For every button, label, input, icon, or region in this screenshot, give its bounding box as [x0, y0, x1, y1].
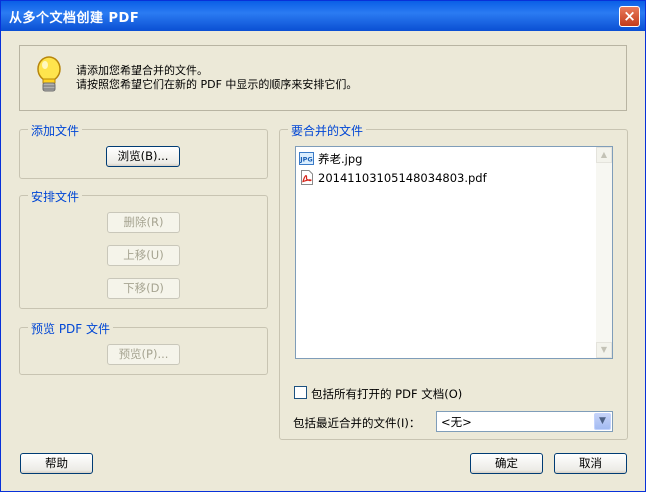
- recent-files-label: 包括最近合并的文件(I)：: [293, 416, 421, 430]
- lightbulb-icon: [37, 56, 61, 92]
- window-title: 从多个文档创建 PDF: [9, 11, 140, 26]
- info-line-2: 请按照您希望它们在新的 PDF 中显示的顺序来安排它们。: [76, 78, 358, 91]
- cancel-button[interactable]: 取消: [554, 453, 627, 474]
- close-icon: ×: [623, 7, 636, 25]
- info-line-1: 请添加您希望合并的文件。: [76, 64, 208, 77]
- chevron-down-icon[interactable]: ▼: [594, 413, 611, 430]
- browse-button[interactable]: 浏览(B)...: [106, 146, 180, 167]
- list-item[interactable]: 20141103105148034803.pdf: [299, 169, 487, 187]
- title-bar[interactable]: 从多个文档创建 PDF ×: [1, 1, 645, 31]
- close-button[interactable]: ×: [619, 6, 640, 27]
- arrange-files-group-title: 安排文件: [28, 188, 83, 205]
- help-button[interactable]: 帮助: [20, 453, 93, 474]
- list-scrollbar[interactable]: ▲ ▼: [596, 147, 612, 358]
- info-panel: 请添加您希望合并的文件。 请按照您希望它们在新的 PDF 中显示的顺序来安排它们…: [19, 45, 627, 111]
- pdf-file-icon: [301, 170, 313, 185]
- info-text: 请添加您希望合并的文件。 请按照您希望它们在新的 PDF 中显示的顺序来安排它们…: [76, 64, 357, 92]
- add-files-group-title: 添加文件: [28, 122, 83, 139]
- dialog-window: 从多个文档创建 PDF × 请添加您希望合并的文件。 请按照您希望它们在新的 P…: [0, 0, 646, 492]
- include-open-checkbox[interactable]: [294, 386, 307, 399]
- file-name: 养老.jpg: [318, 152, 363, 166]
- svg-text:JPG: JPG: [299, 156, 313, 164]
- preview-group-title: 预览 PDF 文件: [28, 320, 114, 337]
- scroll-up-icon[interactable]: ▲: [596, 147, 612, 163]
- delete-button[interactable]: 删除(R): [107, 212, 180, 233]
- files-listbox[interactable]: JPG 养老.jpg 20141103105148034803.pdf ▲ ▼: [295, 146, 613, 359]
- ok-button[interactable]: 确定: [470, 453, 543, 474]
- include-open-label[interactable]: 包括所有打开的 PDF 文档(O): [311, 386, 462, 402]
- move-down-button[interactable]: 下移(D): [107, 278, 180, 299]
- list-item[interactable]: JPG 养老.jpg: [299, 150, 362, 168]
- jpg-file-icon: JPG: [299, 152, 314, 165]
- recent-files-value: <无>: [441, 415, 472, 429]
- move-up-button[interactable]: 上移(U): [107, 245, 180, 266]
- files-to-merge-group-title: 要合并的文件: [288, 122, 367, 139]
- preview-button[interactable]: 预览(P)...: [107, 344, 180, 365]
- recent-files-combo[interactable]: <无> ▼: [436, 411, 613, 432]
- file-name: 20141103105148034803.pdf: [318, 171, 487, 185]
- scroll-down-icon[interactable]: ▼: [596, 342, 612, 358]
